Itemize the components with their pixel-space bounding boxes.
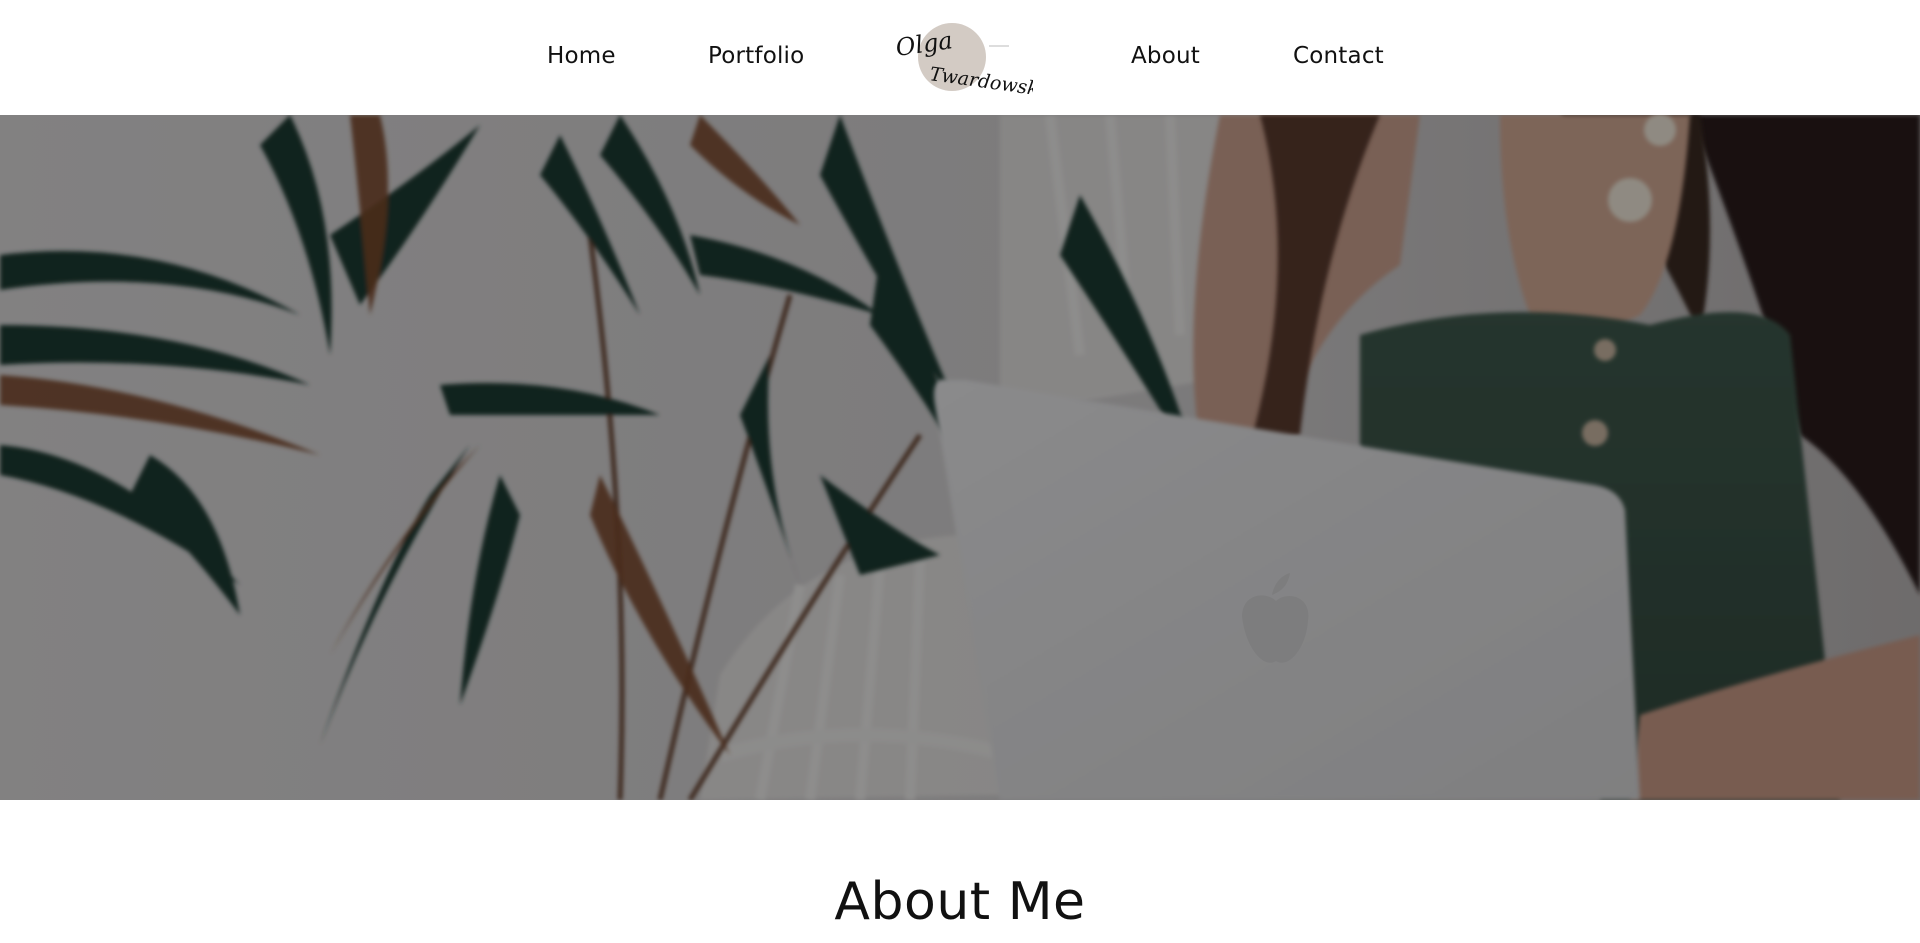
nav-about-link[interactable]: About — [1131, 39, 1200, 73]
top-navigation: Home Portfolio Olga Twardowska About Con… — [0, 0, 1920, 115]
nav-home-link[interactable]: Home — [547, 39, 616, 73]
site-logo[interactable]: Olga Twardowska — [893, 18, 1051, 102]
hero-banner — [0, 115, 1920, 800]
logo-signature-icon: Olga Twardowska — [894, 23, 1051, 102]
woman-with-laptop-and-plant-photo — [0, 115, 1920, 800]
about-me-heading: About Me — [834, 872, 1086, 932]
nav-contact-link[interactable]: Contact — [1293, 39, 1384, 73]
nav-portfolio-link[interactable]: Portfolio — [708, 39, 804, 73]
